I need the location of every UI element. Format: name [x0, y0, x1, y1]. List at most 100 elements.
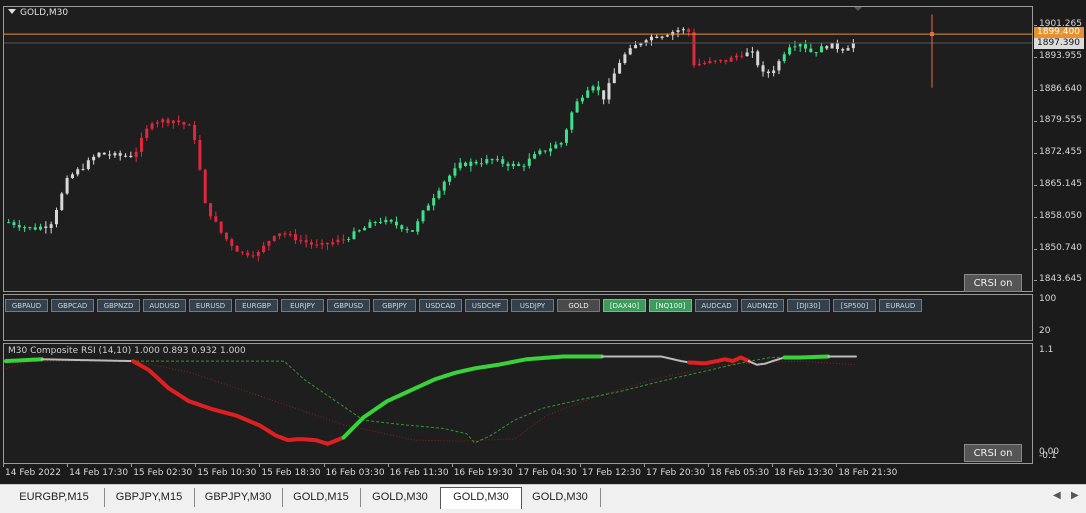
- candle-body: [607, 83, 611, 100]
- symbol-button-usdchf[interactable]: USDCHF: [465, 299, 508, 312]
- candle-body: [841, 49, 845, 51]
- symbol-button-eurjpy[interactable]: EURJPY: [281, 299, 324, 312]
- chart-tab-3[interactable]: GBPJPY,M30: [194, 488, 283, 507]
- symbol-button-dji30[interactable]: [DJI30]: [787, 299, 830, 312]
- candle-body: [108, 154, 112, 156]
- crsi-toggle-button[interactable]: CRSI on: [964, 274, 1022, 292]
- price-tick: [1034, 152, 1037, 154]
- symbol-button-eurgbp[interactable]: EURGBP: [235, 299, 278, 312]
- price-chart-pane[interactable]: [3, 6, 1033, 292]
- rsi-main-line-segment: [782, 354, 831, 360]
- chart-tab-7[interactable]: GOLD,M30: [520, 488, 601, 507]
- price-label: 1865.145: [1039, 179, 1082, 190]
- candle-body: [846, 48, 850, 51]
- scroll-left-icon[interactable]: ◀: [1053, 490, 1061, 501]
- candle-body: [17, 225, 21, 228]
- candle-body: [65, 177, 69, 194]
- candle-body: [681, 29, 685, 31]
- candle-body: [352, 231, 356, 239]
- time-tick: [67, 464, 69, 467]
- symbol-button-usdjpy[interactable]: USDJPY: [511, 299, 554, 312]
- time-label: 18 Feb 21:30: [838, 468, 898, 478]
- candle-body: [28, 227, 32, 229]
- symbol-button-nq100[interactable]: [NQ100]: [649, 299, 692, 312]
- rsi-scale-label: -0.1: [1039, 451, 1057, 461]
- dropdown-triangle-icon[interactable]: [8, 9, 16, 14]
- candle-body: [92, 156, 96, 161]
- price-label: 1879.555: [1039, 115, 1082, 126]
- candle-body: [341, 239, 345, 241]
- candle-body: [193, 125, 197, 141]
- candle-body: [655, 36, 659, 38]
- candle-body: [177, 120, 181, 123]
- chart-tab-2[interactable]: GBPJPY,M15: [104, 488, 195, 507]
- price-tick: [1034, 57, 1037, 59]
- candle-body: [139, 137, 143, 152]
- candle-body: [809, 48, 813, 53]
- price-label: 1893.955: [1039, 51, 1082, 62]
- time-label: 16 Feb 11:30: [389, 468, 449, 478]
- symbol-button-audcad[interactable]: AUDCAD: [695, 299, 738, 312]
- symbol-button-gold[interactable]: GOLD: [557, 299, 600, 312]
- candle-body: [203, 169, 207, 204]
- symbol-button-audnzd[interactable]: AUDNZD: [741, 299, 784, 312]
- candle-body: [70, 174, 74, 178]
- candle-body: [719, 59, 723, 61]
- indicator-scale-label: 20: [1039, 326, 1051, 336]
- time-tick: [579, 464, 581, 467]
- crsi-toggle-button-lower[interactable]: CRSI on: [964, 444, 1022, 462]
- candle-body: [134, 151, 138, 158]
- candle-body: [804, 44, 808, 49]
- symbol-button-usdcad[interactable]: USDCAD: [419, 299, 462, 312]
- candle-body: [580, 97, 584, 102]
- candle-body: [23, 227, 27, 229]
- chart-tab-4[interactable]: GOLD,M15: [282, 488, 361, 507]
- symbol-button-gbpjpy[interactable]: GBPJPY: [373, 299, 416, 312]
- composite-rsi-pane[interactable]: [3, 343, 1033, 464]
- candle-body: [410, 230, 414, 232]
- chart-tab-6[interactable]: GOLD,M30: [440, 487, 522, 509]
- candle-body: [570, 112, 574, 130]
- symbol-button-eurusd[interactable]: EURUSD: [189, 299, 232, 312]
- symbol-button-dax40[interactable]: [DAX40]: [603, 299, 646, 312]
- symbol-button-sp500[interactable]: [SP500]: [833, 299, 876, 312]
- candle-body: [756, 51, 760, 66]
- candle-body: [793, 46, 797, 48]
- time-label: 17 Feb 12:30: [581, 468, 641, 478]
- candle-body: [187, 124, 191, 126]
- price-tick: [1034, 24, 1037, 26]
- chart-tab-1[interactable]: EURGBP,M15: [4, 488, 105, 507]
- candle-body: [373, 221, 377, 223]
- candle-body: [665, 35, 669, 37]
- candle-body: [230, 239, 234, 246]
- candle-body: [798, 44, 802, 47]
- price-scale[interactable]: 1901.265 1893.955 1886.640 1879.555 1872.455…: [1034, 6, 1086, 464]
- chart-title[interactable]: GOLD,M30: [8, 8, 68, 18]
- symbol-button-gbpcad[interactable]: GBPCAD: [51, 299, 94, 312]
- candle-body: [511, 163, 515, 167]
- symbol-button-audusd[interactable]: AUDUSD: [143, 299, 186, 312]
- symbol-button-gbpaud[interactable]: GBPAUD: [5, 299, 48, 312]
- candle-body: [198, 140, 202, 170]
- symbol-button-euraud[interactable]: EURAUD: [879, 299, 922, 312]
- candle-body: [405, 229, 409, 231]
- scroll-right-icon[interactable]: ▶: [1071, 490, 1079, 501]
- shift-marker-icon: [854, 7, 862, 11]
- candle-body: [708, 61, 712, 64]
- composite-rsi-chart: [4, 354, 857, 446]
- candle-body: [586, 90, 590, 98]
- candle-body: [628, 48, 632, 55]
- chart-tab-5[interactable]: GOLD,M30: [360, 488, 441, 507]
- time-axis[interactable]: 14 Feb 2022 14 Feb 17:30 15 Feb 02:30 15 Fe…: [0, 464, 1086, 484]
- candle-body: [437, 190, 441, 199]
- symbol-button-gbpusd[interactable]: GBPUSD: [327, 299, 370, 312]
- candle-body: [214, 216, 218, 222]
- candle-body: [554, 144, 558, 149]
- symbol-button-gbpnzd[interactable]: GBPNZD: [97, 299, 140, 312]
- candle-body: [634, 45, 638, 49]
- candle-body: [12, 222, 16, 226]
- candle-body: [278, 233, 282, 236]
- candle-body: [591, 86, 595, 91]
- price-chart: [4, 7, 1032, 262]
- candle-body: [479, 163, 483, 165]
